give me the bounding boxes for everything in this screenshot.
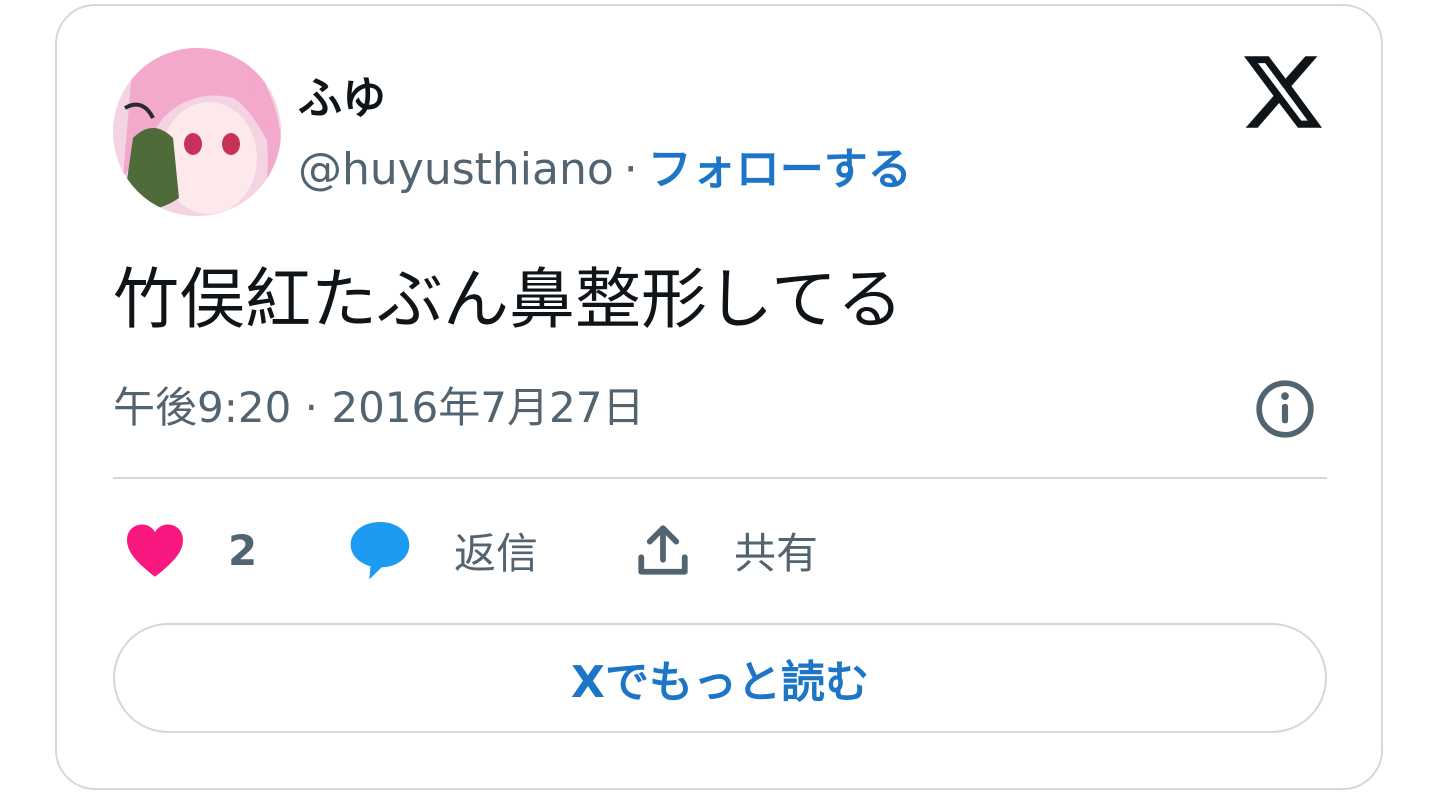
speech-bubble-icon: [350, 522, 410, 580]
heart-icon: [127, 524, 183, 577]
display-name[interactable]: ふゆ: [298, 62, 386, 126]
user-handle[interactable]: @huyusthiano: [298, 144, 614, 195]
reply-button[interactable]: 返信: [348, 518, 538, 582]
read-more-button[interactable]: Xでもっと読む: [113, 623, 1327, 733]
like-count: 2: [228, 525, 258, 575]
handle-row: @huyusthiano · フォローする: [298, 140, 912, 200]
follow-button[interactable]: フォローする: [648, 144, 912, 195]
share-button[interactable]: 共有: [634, 518, 818, 582]
x-logo-icon[interactable]: [1244, 56, 1322, 128]
share-label: 共有: [734, 528, 819, 578]
avatar[interactable]: [113, 48, 281, 216]
share-upload-icon: [638, 525, 688, 575]
info-icon[interactable]: [1254, 378, 1316, 440]
avatar-image: [113, 48, 281, 216]
tweet-timestamp[interactable]: 午後9:20 · 2016年7月27日: [113, 380, 644, 436]
read-more-label: Xでもっと読む: [571, 657, 869, 708]
like-button[interactable]: 2: [124, 518, 257, 582]
tweet-text: 竹俣紅たぶん鼻整形してる: [113, 261, 904, 338]
reply-label: 返信: [454, 528, 539, 578]
divider: [113, 477, 1327, 479]
separator-dot: ·: [623, 144, 638, 195]
